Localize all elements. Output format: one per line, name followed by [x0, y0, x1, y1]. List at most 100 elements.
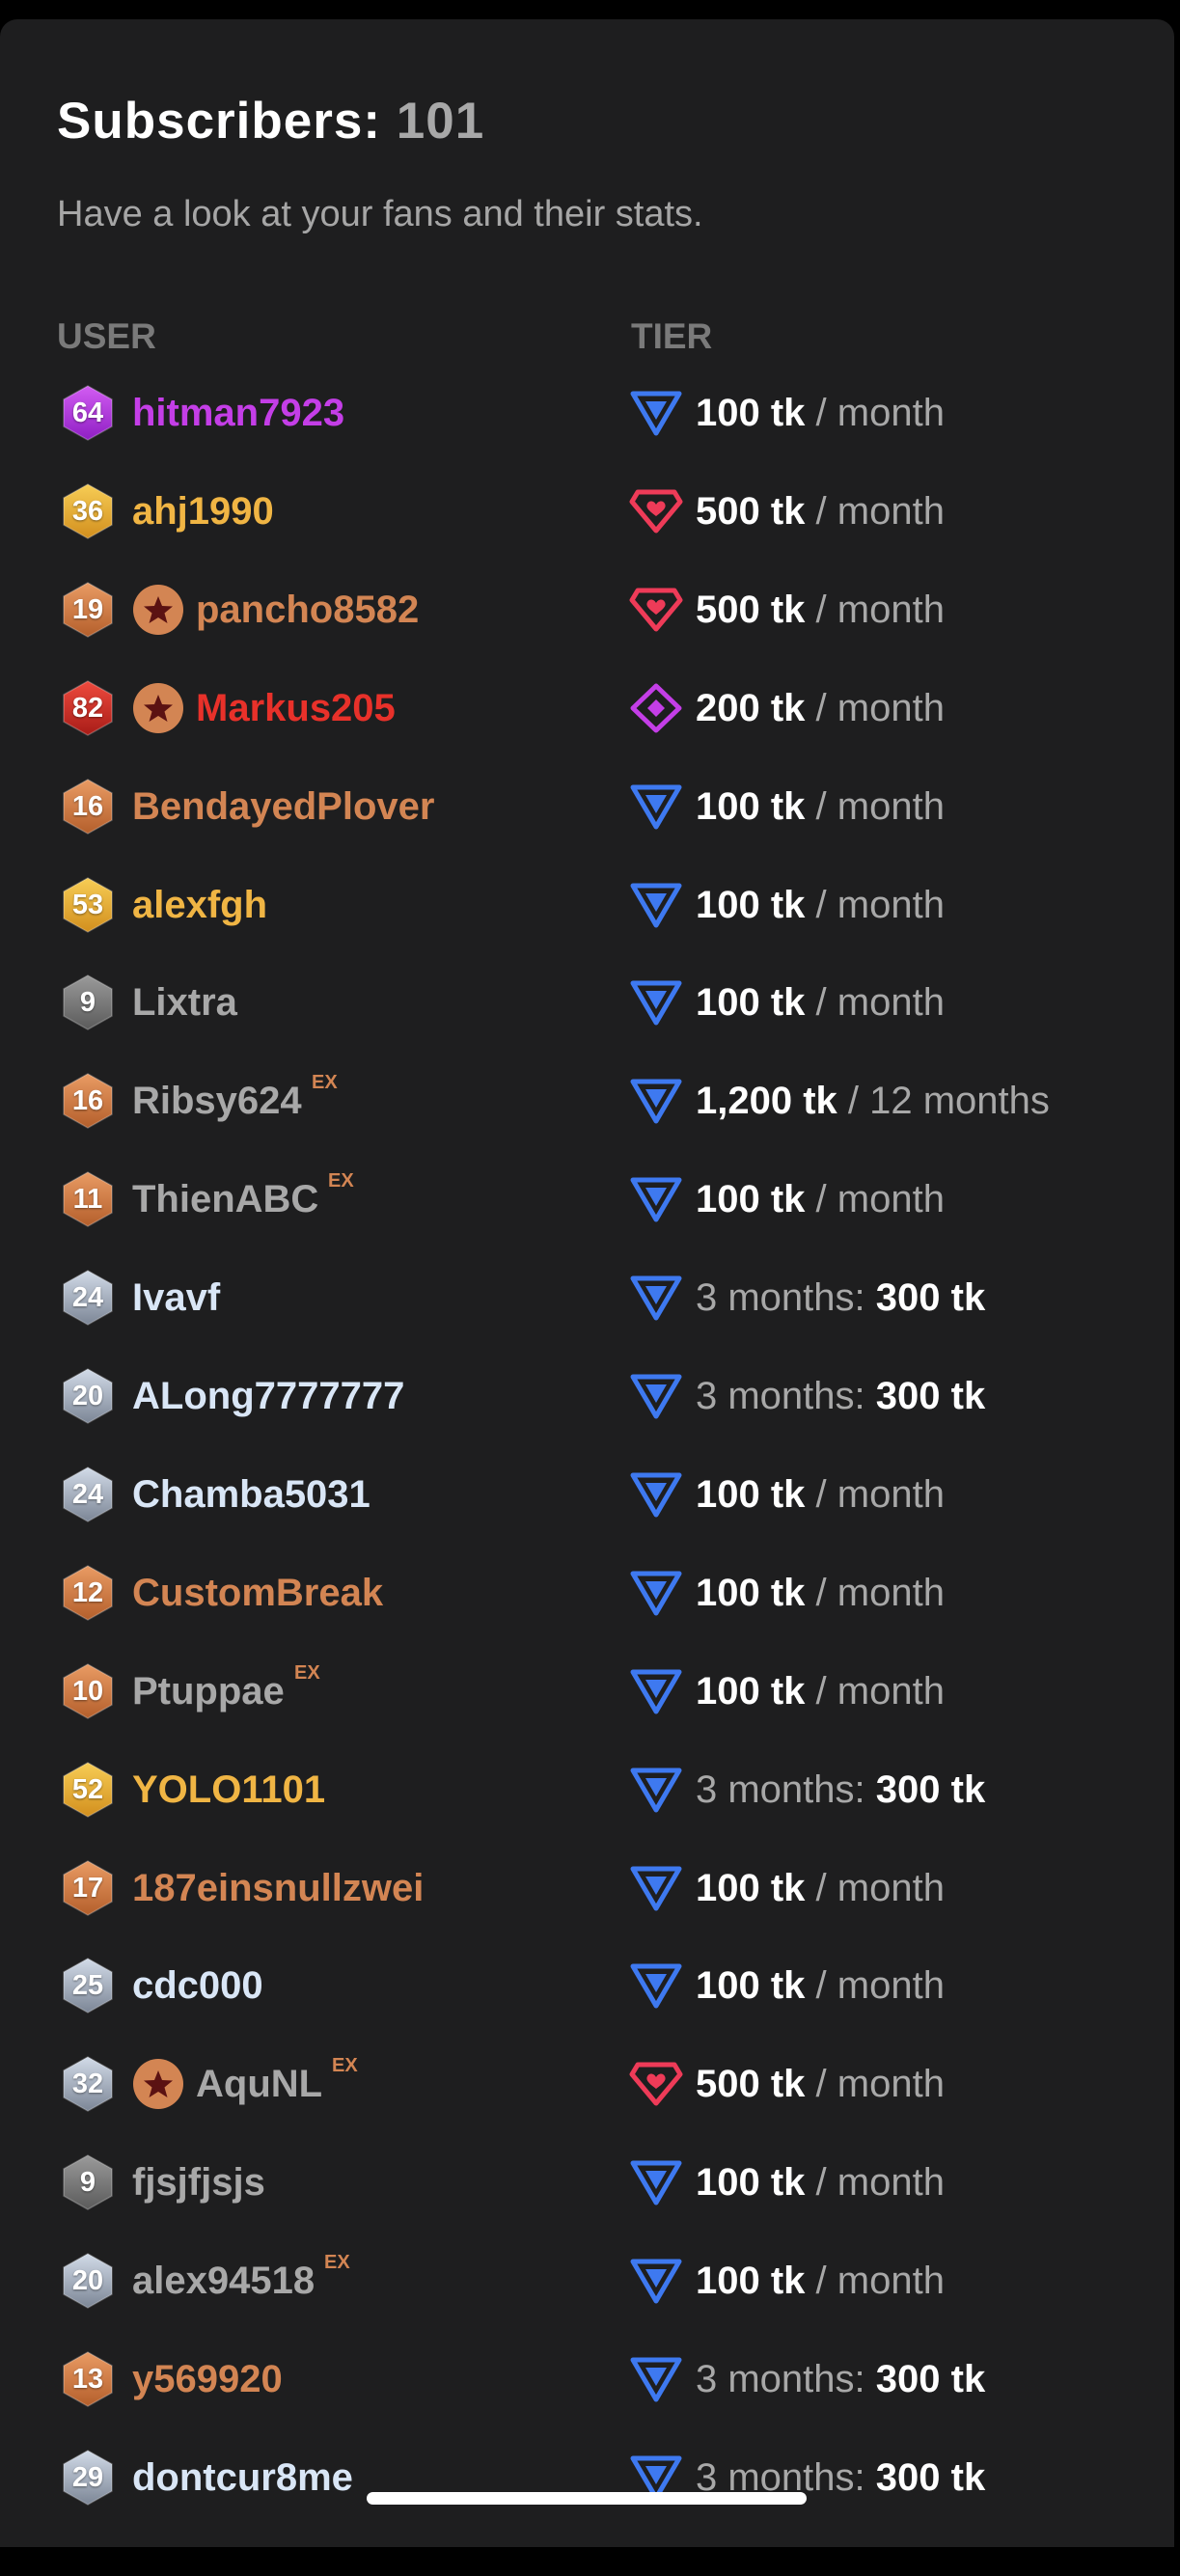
price-amount: 200 tk	[696, 687, 806, 729]
level-number: 24	[71, 1281, 104, 1313]
subscription-duration: 3 months:	[696, 2358, 865, 2400]
username-link[interactable]: Ptuppae	[132, 1668, 285, 1714]
level-number: 32	[71, 2068, 104, 2099]
username-link[interactable]: Lixtra	[132, 979, 237, 1026]
price-amount: 300 tk	[875, 1768, 986, 1811]
price-amount: 300 tk	[875, 2358, 986, 2400]
price-amount: 100 tk	[696, 1572, 806, 1614]
username-link[interactable]: Ribsy624	[132, 1078, 302, 1124]
level-badge: 16	[59, 1072, 117, 1130]
price-amount: 500 tk	[696, 490, 806, 533]
username-link[interactable]: Chamba5031	[132, 1471, 370, 1518]
level-number: 12	[71, 1576, 104, 1608]
column-header-user: USER	[57, 316, 156, 356]
ex-badge: EX	[328, 1170, 354, 1192]
username-link[interactable]: ahj1990	[132, 488, 274, 534]
triangle-tier-icon	[629, 1666, 683, 1716]
username-link[interactable]: Markus205	[196, 685, 396, 731]
level-number: 13	[71, 2363, 104, 2395]
username-link[interactable]: CustomBreak	[132, 1570, 383, 1616]
username-link[interactable]: cdc000	[132, 1962, 263, 2009]
level-number: 52	[71, 1773, 104, 1805]
level-badge: 53	[59, 876, 117, 934]
username-link[interactable]: alexfgh	[132, 882, 267, 928]
billing-period: / 12 months	[847, 1080, 1050, 1122]
username-link[interactable]: AquNL	[196, 2061, 322, 2107]
username-link[interactable]: 187einsnullzwei	[132, 1865, 424, 1911]
diamond-tier-icon	[629, 683, 683, 733]
tier-price: 3 months: 300 tk	[696, 1274, 985, 1321]
tier-price: 100 tk / month	[696, 979, 945, 1026]
star-icon	[133, 2059, 183, 2109]
tier-price: 100 tk / month	[696, 2258, 945, 2304]
triangle-tier-icon	[629, 1076, 683, 1126]
tier-price: 100 tk / month	[696, 783, 945, 830]
triangle-tier-icon	[629, 2157, 683, 2207]
tier-price: 100 tk / month	[696, 1668, 945, 1714]
heart-tier-icon	[629, 486, 683, 536]
billing-period: / month	[815, 1670, 945, 1713]
price-amount: 500 tk	[696, 589, 806, 631]
level-number: 29	[71, 2461, 104, 2493]
price-amount: 300 tk	[875, 1276, 986, 1319]
tier-price: 100 tk / month	[696, 1176, 945, 1222]
price-amount: 100 tk	[696, 2260, 806, 2302]
subscription-duration: 3 months:	[696, 1375, 865, 1417]
level-badge: 29	[59, 2449, 117, 2507]
username-link[interactable]: y569920	[132, 2356, 283, 2402]
tier-price: 3 months: 300 tk	[696, 1767, 985, 1813]
level-number: 82	[71, 692, 104, 724]
billing-period: / month	[815, 1473, 945, 1516]
tier-price: 100 tk / month	[696, 1962, 945, 2009]
username-link[interactable]: alex94518	[132, 2258, 315, 2304]
username-link[interactable]: ALong7777777	[132, 1373, 404, 1419]
level-number: 9	[79, 986, 96, 1018]
username-link[interactable]: fjsjfjsjs	[132, 2159, 265, 2206]
level-badge: 11	[59, 1170, 117, 1228]
billing-period: / month	[815, 1867, 945, 1909]
price-amount: 1,200 tk	[696, 1080, 837, 1122]
level-badge: 36	[59, 482, 117, 540]
username-link[interactable]: YOLO1101	[132, 1767, 325, 1813]
username-link[interactable]: Ivavf	[132, 1274, 220, 1321]
triangle-tier-icon	[629, 388, 683, 438]
username-link[interactable]: hitman7923	[132, 390, 344, 436]
tier-price: 100 tk / month	[696, 1570, 945, 1616]
tier-price: 100 tk / month	[696, 2159, 945, 2206]
billing-period: / month	[815, 490, 945, 533]
column-header-tier: TIER	[631, 316, 713, 356]
level-badge: 19	[59, 581, 117, 639]
triangle-tier-icon	[629, 2256, 683, 2306]
tier-price: 500 tk / month	[696, 488, 945, 534]
home-indicator[interactable]	[367, 2492, 807, 2505]
page-subtitle: Have a look at your fans and their stats…	[57, 194, 703, 234]
billing-period: / month	[815, 1964, 945, 2007]
billing-period: / month	[815, 884, 945, 926]
level-badge: 13	[59, 2350, 117, 2408]
username-link[interactable]: BendayedPlover	[132, 783, 434, 830]
tier-price: 100 tk / month	[696, 1865, 945, 1911]
price-amount: 100 tk	[696, 1473, 806, 1516]
username-link[interactable]: pancho8582	[196, 587, 419, 633]
tier-price: 100 tk / month	[696, 882, 945, 928]
ex-badge: EX	[312, 1072, 338, 1093]
tier-price: 500 tk / month	[696, 587, 945, 633]
price-amount: 100 tk	[696, 884, 806, 926]
tier-price: 200 tk / month	[696, 685, 945, 731]
triangle-tier-icon	[629, 880, 683, 930]
username-link[interactable]: ThienABC	[132, 1176, 318, 1222]
level-number: 25	[71, 1969, 104, 2001]
username-link[interactable]: dontcur8me	[132, 2454, 353, 2501]
subscribers-panel: Subscribers: 101 Have a look at your fan…	[0, 19, 1174, 2547]
price-amount: 100 tk	[696, 2161, 806, 2204]
triangle-tier-icon	[629, 1174, 683, 1224]
triangle-tier-icon	[629, 1765, 683, 1815]
triangle-tier-icon	[629, 1469, 683, 1520]
level-badge: 52	[59, 1761, 117, 1819]
billing-period: / month	[815, 687, 945, 729]
heart-tier-icon	[629, 2059, 683, 2109]
tier-price: 100 tk / month	[696, 1471, 945, 1518]
price-amount: 300 tk	[875, 1375, 986, 1417]
tier-price: 1,200 tk / 12 months	[696, 1078, 1050, 1124]
level-number: 17	[71, 1872, 104, 1904]
